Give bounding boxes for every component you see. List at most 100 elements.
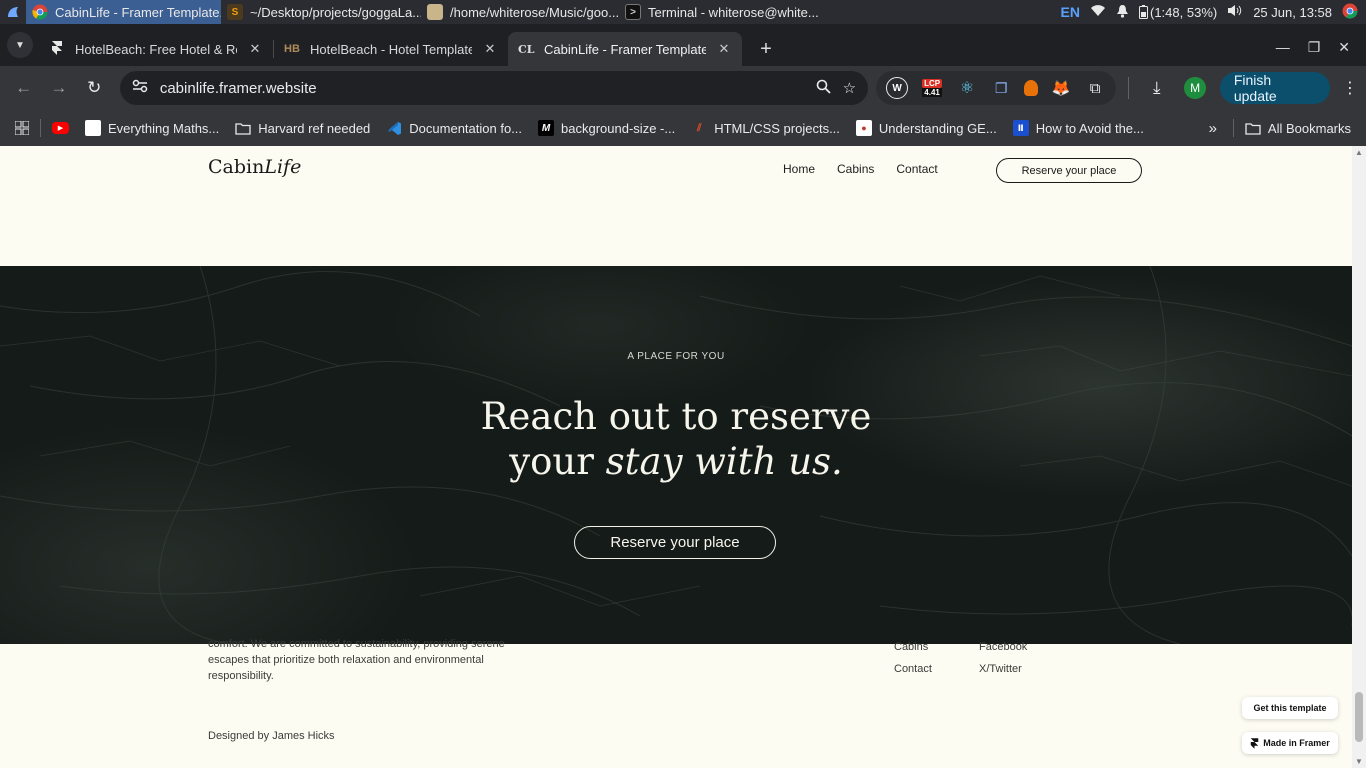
scroll-up-icon[interactable]: ▲ <box>1355 148 1363 157</box>
bookmark-everything-maths[interactable]: Everything Maths... <box>80 120 224 136</box>
tab-search-button[interactable]: ▼ <box>7 32 33 58</box>
nav-link-contact[interactable]: Contact <box>896 162 937 176</box>
close-icon[interactable]: ✕ <box>482 41 498 57</box>
site-logo[interactable]: CabinLife <box>208 156 301 178</box>
all-bookmarks-button[interactable]: All Bookmarks <box>1240 120 1356 136</box>
puzzle-icon[interactable]: ⧉ <box>1084 77 1106 99</box>
close-window-icon[interactable]: ✕ <box>1338 39 1350 56</box>
mdn-icon: M <box>538 120 555 136</box>
footer-about-line: comfort. We are committed to sustainabil… <box>208 638 505 650</box>
taskbar-task-label: /home/whiterose/Music/goo... <box>450 4 619 20</box>
bookmark-html-css-projects[interactable]: ⫽ HTML/CSS projects... <box>686 120 845 136</box>
apps-grid-icon[interactable] <box>10 121 34 135</box>
maximize-icon[interactable]: ❐ <box>1308 39 1321 56</box>
taskbar-task-browser[interactable]: CabinLife - Framer Template... <box>26 0 221 24</box>
reserve-button-hero[interactable]: Reserve your place <box>574 526 776 559</box>
arrow-left-icon: ← <box>15 78 33 97</box>
new-tab-button[interactable]: + <box>752 35 780 63</box>
tab-favicon-text: HB <box>284 43 300 55</box>
profile-avatar[interactable]: M <box>1184 77 1206 99</box>
tab-cabinlife[interactable]: CL CabinLife - Framer Template ✕ <box>508 32 742 66</box>
footer-social-column: Facebook X/Twitter <box>979 636 1027 680</box>
footer-link-cabins[interactable]: Cabins <box>894 636 932 658</box>
reserve-button-header[interactable]: Reserve your place <box>996 158 1142 183</box>
wordpress-extension-icon[interactable]: W <box>886 77 909 99</box>
tab-hotelbeach-template[interactable]: HB HotelBeach - Hotel Template ✕ <box>274 32 508 66</box>
site-settings-icon[interactable] <box>132 79 148 97</box>
hero-heading-line1: Reach out to reserve <box>480 395 872 438</box>
chevron-down-icon: ▼ <box>15 39 25 51</box>
sublime-icon: S <box>227 4 243 20</box>
site-nav: Home Cabins Contact <box>783 162 938 176</box>
bookmark-harvard-folder[interactable]: Harvard ref needed <box>230 120 375 136</box>
extension-orange-icon[interactable] <box>1024 80 1039 96</box>
browser-toolbar: ← → ↻ cabinlife.framer.website ☆ W LCP 4… <box>0 66 1366 110</box>
more-menu-icon[interactable]: ⋮ <box>1342 78 1358 98</box>
tab-title: CabinLife - Framer Template <box>544 41 706 57</box>
tab-title: HotelBeach: Free Hotel & Ren <box>75 41 237 57</box>
battery-status[interactable]: (1:48, 53%) <box>1139 5 1217 20</box>
bookmark-background-size[interactable]: M background-size -... <box>533 120 680 136</box>
footer-link-twitter[interactable]: X/Twitter <box>979 658 1027 680</box>
footer-link-facebook[interactable]: Facebook <box>979 636 1027 658</box>
bell-icon[interactable] <box>1116 4 1129 21</box>
reload-button[interactable]: ↻ <box>79 72 110 104</box>
finish-update-button[interactable]: Finish update <box>1219 72 1331 104</box>
keyboard-layout-indicator[interactable]: EN <box>1061 4 1080 20</box>
footer-link-contact[interactable]: Contact <box>894 658 932 680</box>
page-icon <box>85 120 101 136</box>
taskbar-task-editor[interactable]: S ~/Desktop/projects/goggaLa... <box>221 0 421 24</box>
bookmark-youtube[interactable]: ▶ <box>47 122 74 134</box>
bookmark-documentation[interactable]: Documentation fo... <box>381 120 527 136</box>
nav-link-cabins[interactable]: Cabins <box>837 162 874 176</box>
tab-favicon-text: CL <box>518 42 535 56</box>
taskbar-task-terminal[interactable]: > Terminal - whiterose@white... <box>619 0 819 24</box>
page-scrollbar[interactable]: ▲ ▼ <box>1352 146 1366 768</box>
framer-logo-icon <box>1250 737 1259 749</box>
fox-extension-icon[interactable]: 🦊 <box>1050 77 1072 99</box>
battery-text: (1:48, 53%) <box>1150 4 1218 20</box>
bookmarks-divider <box>1232 119 1234 137</box>
lcp-extension-icon[interactable]: LCP 4.41 <box>920 77 944 99</box>
get-template-button[interactable]: Get this template <box>1242 697 1338 719</box>
tab-hotelbeach-free[interactable]: HotelBeach: Free Hotel & Ren ✕ <box>39 32 273 66</box>
tab-title: HotelBeach - Hotel Template <box>310 41 472 57</box>
download-icon[interactable]: ⤓ <box>1141 72 1172 104</box>
page-icon: ● <box>855 120 872 136</box>
scrollbar-thumb[interactable] <box>1355 692 1363 742</box>
bookmark-how-to-avoid[interactable]: Ⅱ How to Avoid the... <box>1008 120 1149 136</box>
react-devtools-icon[interactable]: ⚛ <box>956 77 978 99</box>
wifi-icon[interactable] <box>1090 4 1106 20</box>
browser-tab-strip: ▼ HotelBeach: Free Hotel & Ren ✕ HB Hote… <box>0 24 1366 66</box>
minimize-icon[interactable]: — <box>1276 39 1290 56</box>
copy-extension-icon[interactable]: ❐ <box>990 77 1012 99</box>
bookmark-label: How to Avoid the... <box>1035 120 1144 136</box>
volume-icon[interactable] <box>1227 4 1243 20</box>
hero-section: A PLACE FOR YOU Reach out to reserve you… <box>0 266 1352 644</box>
youtube-icon: ▶ <box>52 122 69 134</box>
clock[interactable]: 25 Jun, 13:58 <box>1253 5 1332 20</box>
forward-button[interactable]: → <box>43 72 74 104</box>
bookmark-understanding[interactable]: ● Understanding GE... <box>851 120 1002 136</box>
zoom-icon[interactable] <box>816 79 831 98</box>
os-taskbar: CabinLife - Framer Template... S ~/Deskt… <box>0 0 1366 24</box>
taskbar-task-files[interactable]: /home/whiterose/Music/goo... <box>421 0 619 24</box>
chrome-tray-icon[interactable] <box>1342 3 1358 22</box>
scroll-down-icon[interactable]: ▼ <box>1355 757 1363 766</box>
address-bar[interactable]: cabinlife.framer.website ☆ <box>119 71 869 105</box>
app-launcher-icon[interactable] <box>0 0 26 24</box>
bookmarks-overflow-icon[interactable]: » <box>1199 120 1227 137</box>
nav-link-home[interactable]: Home <box>783 162 815 176</box>
logo-text-italic: Life <box>264 156 302 178</box>
close-icon[interactable]: ✕ <box>247 41 263 57</box>
lcp-badge-value: 4.41 <box>922 88 942 97</box>
close-icon[interactable]: ✕ <box>716 41 732 57</box>
vscode-icon <box>386 120 402 136</box>
footer-about-line: escapes that prioritize both relaxation … <box>208 654 484 666</box>
hero-heading: Reach out to reserve your stay with us. <box>0 394 1352 484</box>
back-button[interactable]: ← <box>8 72 39 104</box>
bookmark-star-icon[interactable]: ☆ <box>843 79 856 97</box>
reload-icon: ↻ <box>87 78 102 97</box>
lcp-badge-label: LCP <box>922 79 943 88</box>
made-in-framer-badge[interactable]: Made in Framer <box>1242 732 1338 754</box>
